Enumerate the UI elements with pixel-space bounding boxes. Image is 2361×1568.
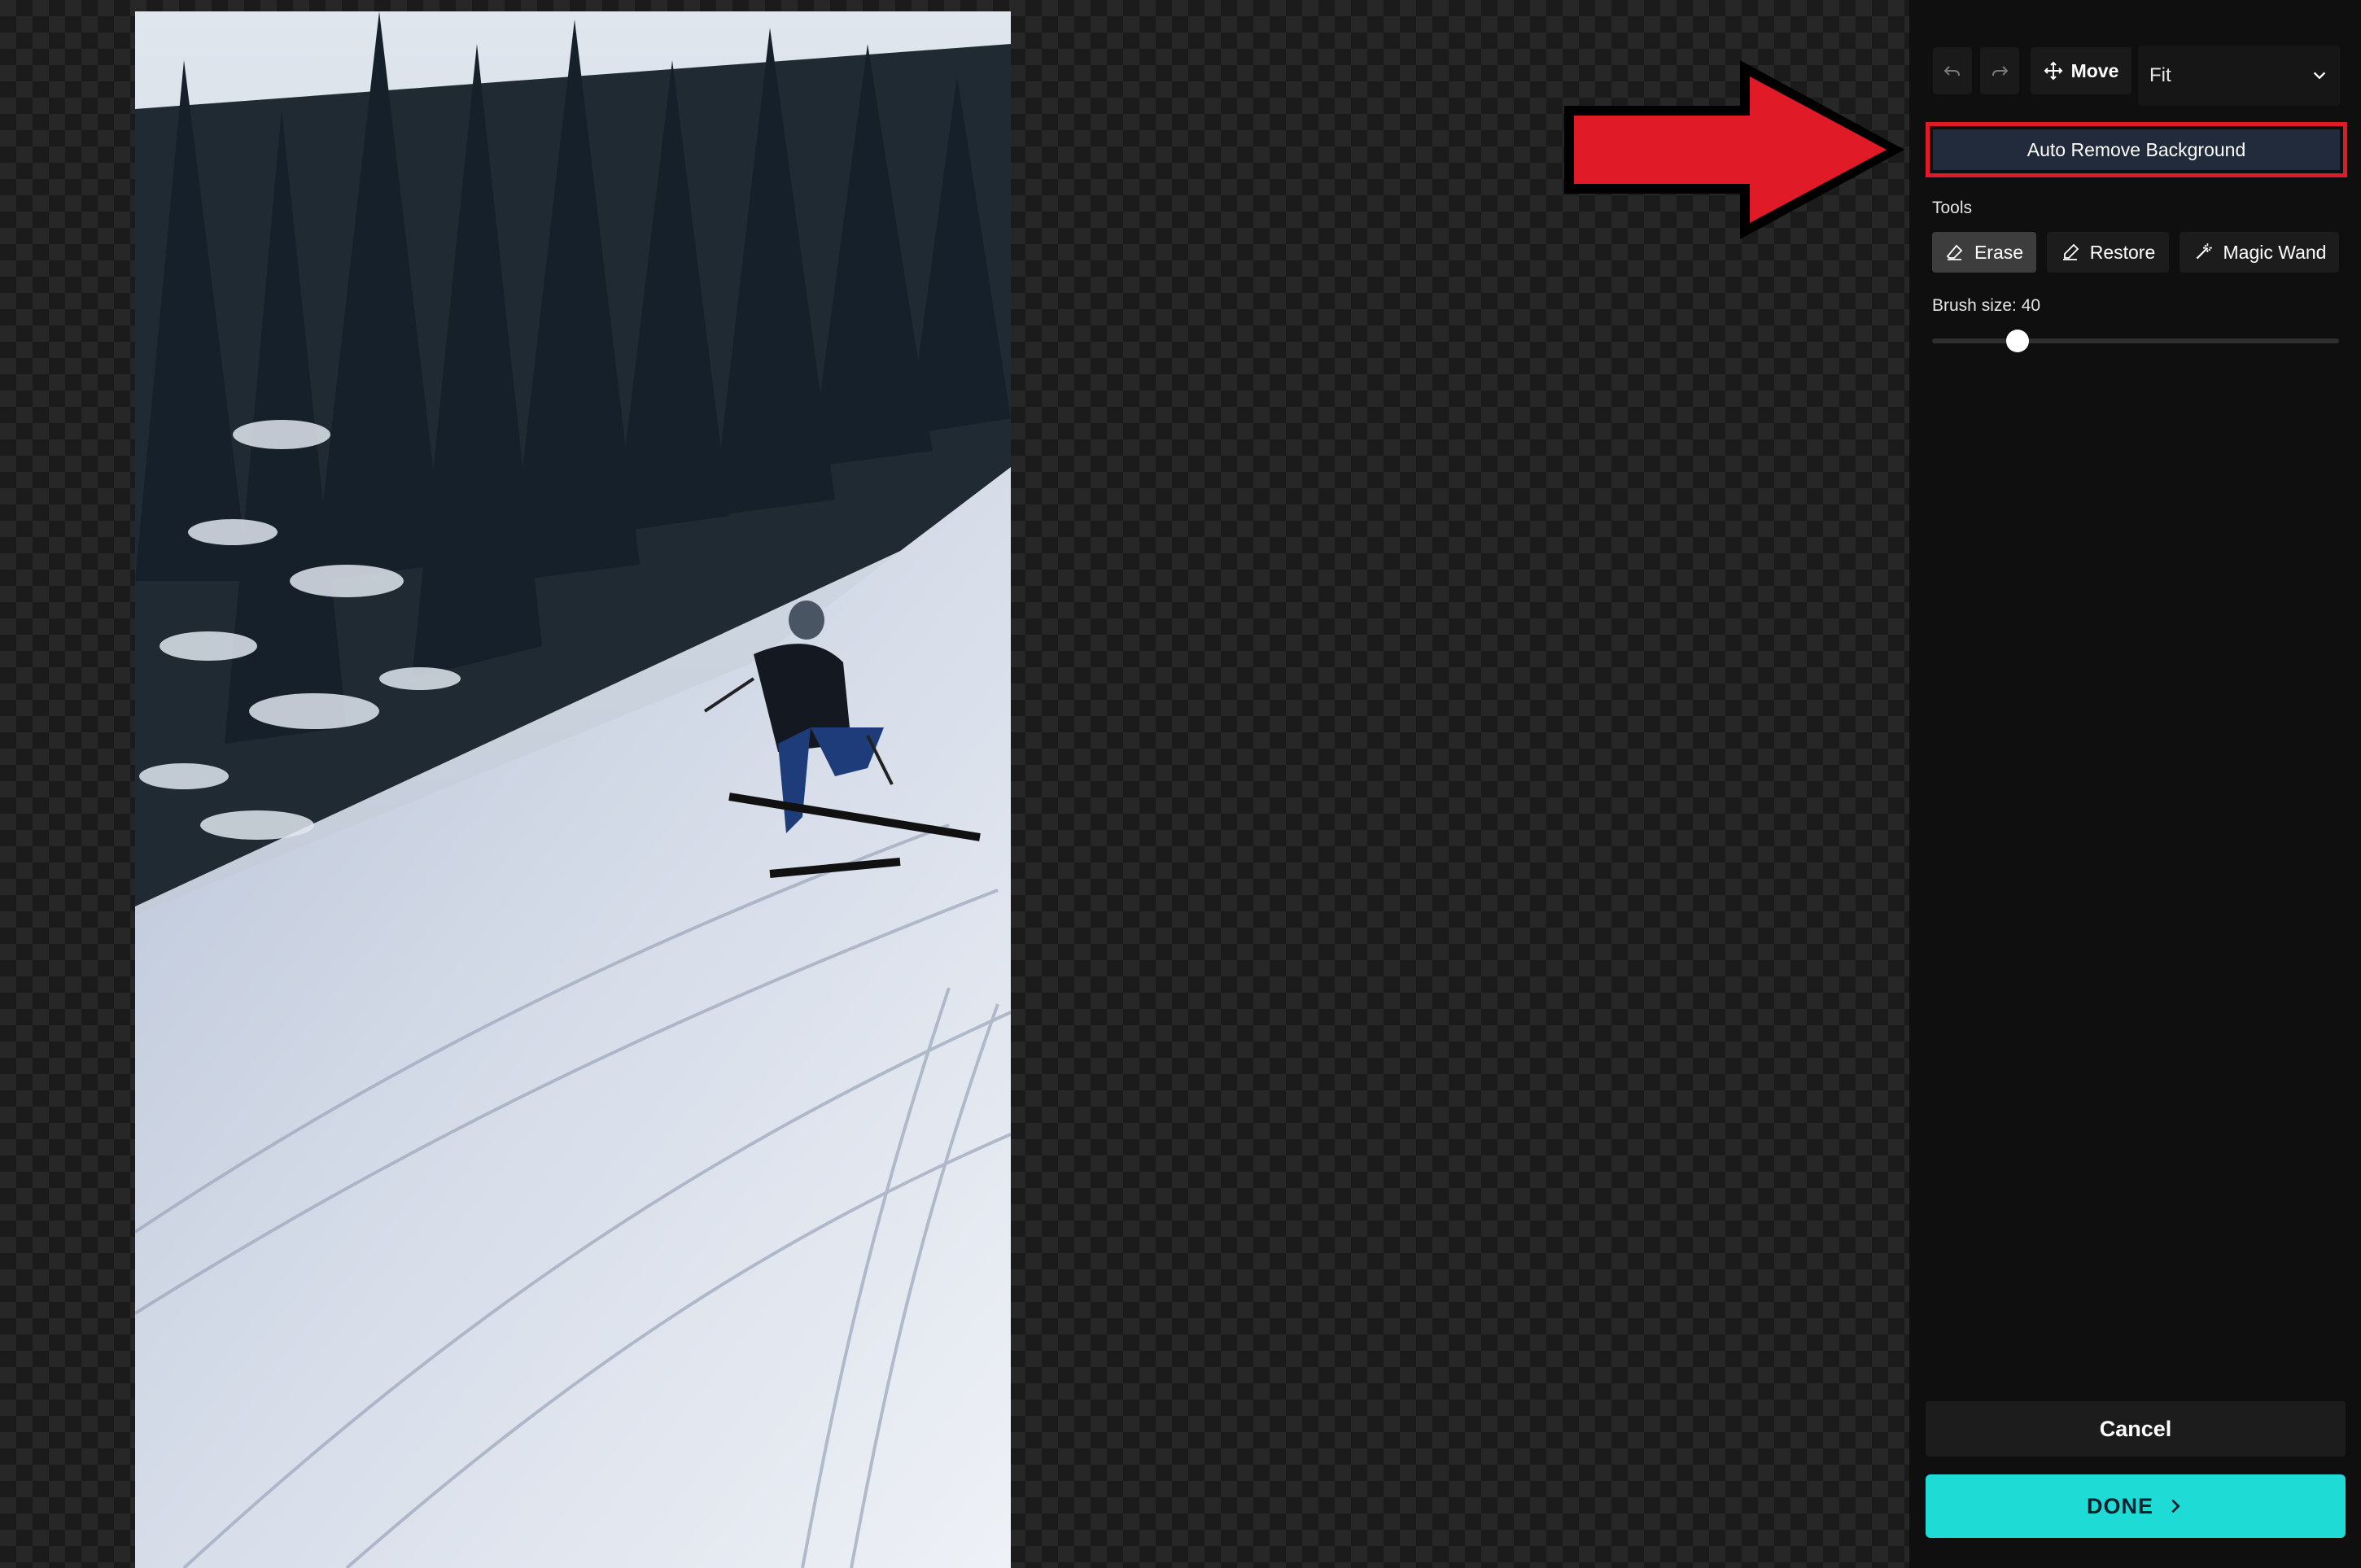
background-editor: Move Fit Auto Remove Background Tools Er…: [0, 0, 2361, 1568]
move-button[interactable]: Move: [2031, 47, 2131, 94]
tool-erase-label: Erase: [1974, 241, 2024, 263]
zoom-value: Fit: [2149, 64, 2171, 86]
restore-brush-icon: [2062, 243, 2079, 260]
annotation-arrow: [1564, 60, 1904, 239]
skier-photo: [135, 11, 1011, 1568]
cancel-button[interactable]: Cancel: [1926, 1401, 2346, 1457]
brush-size-slider[interactable]: [1932, 330, 2339, 352]
move-label: Move: [2070, 59, 2119, 81]
redo-icon: [1992, 66, 2009, 76]
zoom-select[interactable]: Fit: [2138, 46, 2340, 106]
auto-remove-background-button[interactable]: Auto Remove Background: [1933, 129, 2340, 170]
tool-magic-wand-label: Magic Wand: [2223, 241, 2327, 263]
move-arrows-icon: [2044, 61, 2063, 81]
done-label: DONE: [2086, 1493, 2153, 1518]
done-button[interactable]: DONE: [1926, 1474, 2346, 1538]
tool-restore-label: Restore: [2089, 241, 2156, 263]
magic-wand-icon: [2196, 243, 2212, 260]
brush-size-label: Brush size: 40: [1932, 296, 2041, 315]
tool-restore[interactable]: Restore: [2047, 232, 2169, 273]
tools-heading: Tools: [1932, 199, 1973, 217]
eraser-icon: [1946, 244, 1963, 260]
brush-size-thumb[interactable]: [2006, 330, 2029, 352]
chevron-right-icon: [2171, 1499, 2180, 1513]
tool-erase[interactable]: Erase: [1932, 232, 2036, 273]
edited-photo[interactable]: [135, 11, 1011, 1568]
undo-icon: [1943, 66, 1960, 76]
redo-button[interactable]: [1980, 47, 2019, 94]
auto-remove-highlight: Auto Remove Background: [1926, 122, 2347, 177]
chevron-down-icon: [2313, 72, 2326, 80]
undo-button[interactable]: [1933, 47, 1972, 94]
tool-magic-wand[interactable]: Magic Wand: [2180, 232, 2339, 273]
